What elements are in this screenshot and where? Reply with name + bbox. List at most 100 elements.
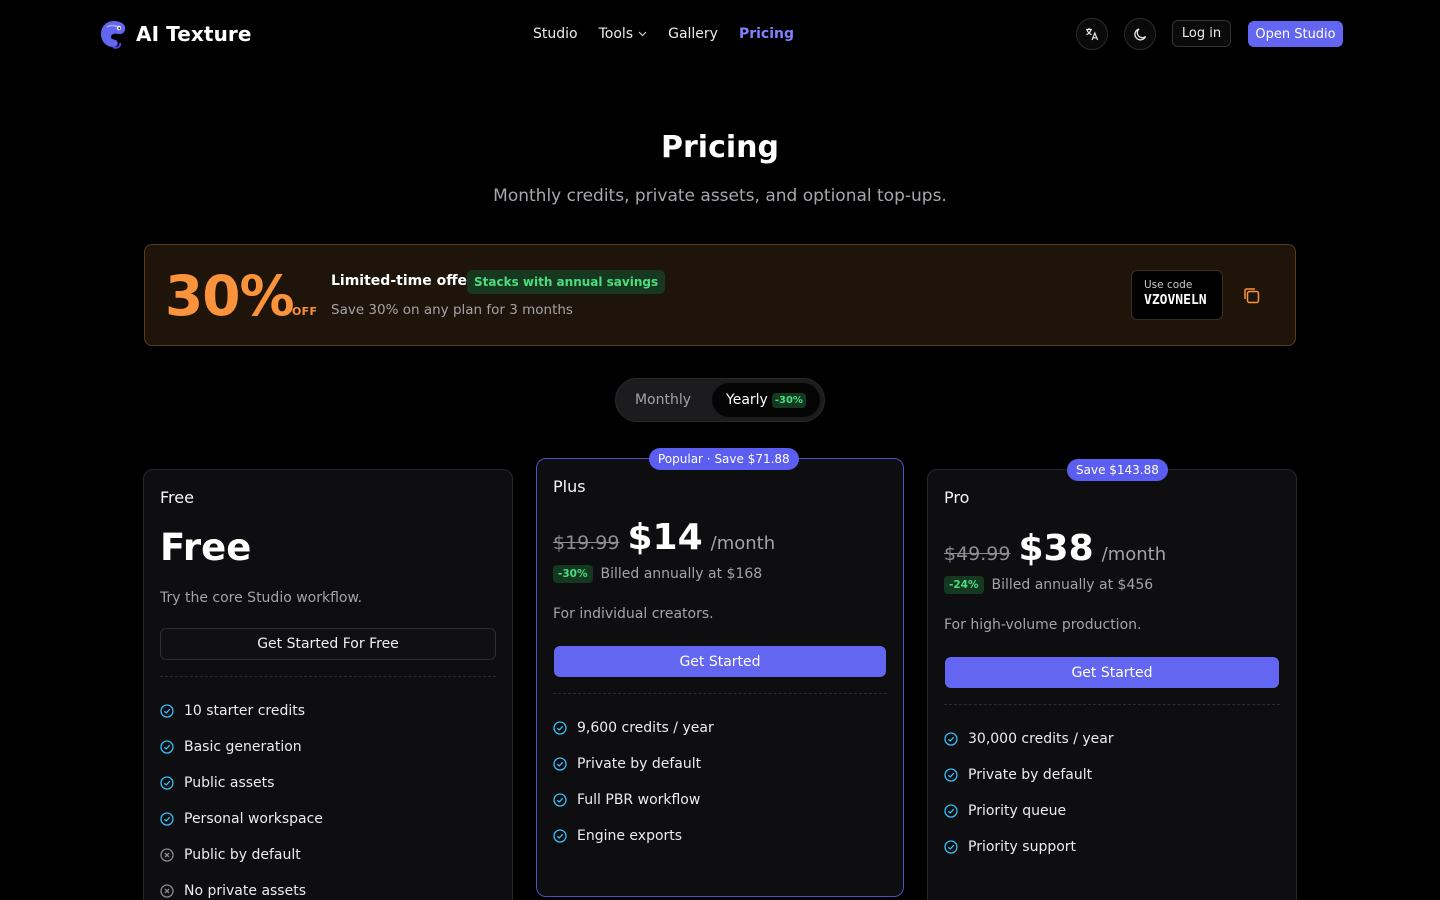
plan-description: Try the core Studio workflow.: [160, 590, 363, 606]
feature-item: 9,600 credits / year: [553, 710, 714, 746]
nav-tools-label: Tools: [598, 26, 634, 42]
feature-item: Private by default: [944, 757, 1114, 793]
feature-item: No private assets: [160, 873, 323, 900]
login-button[interactable]: Log in: [1172, 20, 1231, 47]
plan-card-pro: Save $143.88 Pro $49.99 $38 /month -24% …: [927, 459, 1297, 900]
top-nav-bar: AI Texture Studio Tools Gallery Pricing …: [0, 0, 1440, 68]
check-circle-icon: [553, 829, 567, 843]
offer-description: Save 30% on any plan for 3 months: [331, 302, 573, 318]
billing-yearly-option[interactable]: Yearly -30%: [712, 383, 820, 417]
check-circle-icon: [944, 840, 958, 854]
nav-studio[interactable]: Studio: [533, 26, 578, 42]
feature-list: 9,600 credits / year Private by default …: [553, 710, 714, 854]
feature-text: Engine exports: [577, 828, 683, 844]
billed-annually-text: Billed annually at $168: [600, 566, 763, 582]
offer-stack-badge: Stacks with annual savings: [467, 270, 666, 294]
feature-text: Private by default: [968, 767, 1093, 783]
billing-monthly-option[interactable]: Monthly: [620, 383, 706, 417]
feature-text: Public by default: [184, 847, 301, 863]
offer-percent: 30%: [165, 264, 295, 328]
x-circle-icon: [160, 848, 174, 862]
billed-annually-text: Billed annually at $456: [991, 577, 1154, 593]
discount-badge: -24%: [944, 576, 984, 594]
check-circle-icon: [160, 704, 174, 718]
promo-code-value: VZOVNELN: [1144, 293, 1207, 308]
plan-price: $14: [627, 517, 703, 558]
nav-gallery[interactable]: Gallery: [668, 26, 718, 42]
page-title: Pricing: [661, 130, 779, 165]
card-divider: [944, 704, 1280, 705]
brand-link[interactable]: AI Texture: [100, 18, 252, 50]
price-period: /month: [1101, 544, 1167, 565]
nav-pricing[interactable]: Pricing: [739, 26, 794, 42]
check-circle-icon: [160, 812, 174, 826]
copy-code-button[interactable]: [1241, 285, 1263, 307]
feature-text: 10 starter credits: [184, 703, 306, 719]
main-nav: Studio Tools Gallery Pricing: [533, 22, 794, 46]
plan-description: For high-volume production.: [944, 617, 1142, 633]
feature-item: 30,000 credits / year: [944, 721, 1114, 757]
price-row: $19.99 $14 /month: [553, 517, 775, 558]
feature-item: Priority queue: [944, 793, 1114, 829]
nav-tools[interactable]: Tools: [599, 26, 648, 42]
card-divider: [160, 676, 496, 677]
theme-toggle-button[interactable]: [1124, 18, 1156, 50]
feature-text: 9,600 credits / year: [577, 720, 714, 736]
billing-period-toggle: Monthly Yearly -30%: [615, 378, 825, 422]
feature-text: No private assets: [184, 883, 307, 899]
feature-item: Public assets: [160, 765, 323, 801]
translate-icon: [1086, 28, 1099, 41]
language-button[interactable]: [1076, 18, 1108, 50]
check-circle-icon: [553, 793, 567, 807]
plan-name: Plus: [553, 477, 586, 496]
feature-text: Public assets: [184, 775, 275, 791]
card-divider: [553, 693, 887, 694]
brand-name: AI Texture: [136, 22, 252, 46]
check-circle-icon: [160, 776, 174, 790]
offer-title: Limited-time offer: [331, 273, 474, 289]
feature-item: Engine exports: [553, 818, 714, 854]
price-period: /month: [710, 533, 776, 554]
promo-code-label: Use code: [1144, 279, 1193, 291]
feature-item: Basic generation: [160, 729, 323, 765]
yearly-discount-badge: -30%: [771, 392, 806, 408]
plan-name: Free: [160, 488, 194, 507]
check-circle-icon: [553, 757, 567, 771]
plan-price: Free: [160, 526, 252, 569]
plan-name: Pro: [944, 488, 970, 507]
open-studio-button[interactable]: Open Studio: [1248, 21, 1343, 47]
plan-description: For individual creators.: [553, 606, 714, 622]
get-started-free-button[interactable]: Get Started For Free: [160, 628, 496, 660]
popular-badge: Popular · Save $71.88: [649, 448, 799, 470]
feature-item: Priority support: [944, 829, 1114, 865]
billing-info: -24% Billed annually at $456: [944, 576, 1153, 594]
feature-item: Personal workspace: [160, 801, 323, 837]
feature-item: Full PBR workflow: [553, 782, 714, 818]
copy-icon: [1244, 288, 1260, 304]
check-circle-icon: [944, 804, 958, 818]
feature-text: Basic generation: [184, 739, 302, 755]
plan-card-free: Free Free Try the core Studio workflow. …: [143, 469, 513, 900]
billing-yearly-label: Yearly: [726, 392, 768, 408]
check-circle-icon: [553, 721, 567, 735]
check-circle-icon: [944, 732, 958, 746]
feature-text: Private by default: [577, 756, 702, 772]
get-started-pro-button[interactable]: Get Started: [945, 657, 1279, 688]
original-price: $49.99: [944, 543, 1011, 565]
feature-list: 10 starter credits Basic generation Publ…: [160, 693, 323, 900]
feature-text: Priority queue: [968, 803, 1067, 819]
feature-item: Private by default: [553, 746, 714, 782]
chameleon-logo-icon: [101, 21, 126, 49]
chevron-down-icon: [638, 31, 647, 37]
get-started-plus-button[interactable]: Get Started: [554, 646, 886, 677]
feature-list: 30,000 credits / year Private by default…: [944, 721, 1114, 865]
feature-item: 10 starter credits: [160, 693, 323, 729]
original-price: $19.99: [553, 532, 620, 554]
offer-banner: 30% OFF Limited-time offer Stacks with a…: [144, 244, 1296, 346]
plan-price: $38: [1018, 528, 1094, 569]
feature-text: Priority support: [968, 839, 1077, 855]
promo-code-box[interactable]: Use code VZOVNELN: [1131, 270, 1223, 320]
x-circle-icon: [160, 884, 174, 898]
savings-badge: Save $143.88: [1067, 459, 1168, 481]
feature-text: 30,000 credits / year: [968, 731, 1114, 747]
